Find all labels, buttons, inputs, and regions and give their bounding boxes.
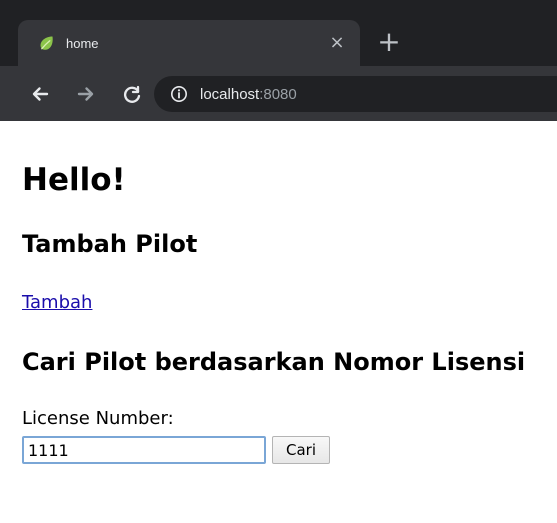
close-icon[interactable]: × [328, 34, 346, 52]
back-button[interactable] [26, 80, 54, 108]
active-tab[interactable]: home × [18, 20, 360, 66]
license-search-form: Cari [22, 436, 330, 464]
leaf-icon [36, 33, 56, 53]
arrow-right-icon [75, 83, 97, 105]
tab-title: home [66, 35, 99, 51]
url-port: :8080 [259, 85, 297, 103]
page-content: Hello! Tambah Pilot Tambah Cari Pilot be… [8, 122, 557, 523]
search-button[interactable]: Cari [272, 436, 330, 464]
browser-chrome: home × + localhost:8080 [0, 0, 557, 121]
arrow-left-icon [29, 83, 51, 105]
search-pilot-heading: Cari Pilot berdasarkan Nomor Lisensi [22, 348, 526, 376]
forward-button[interactable] [72, 80, 100, 108]
reload-icon [121, 83, 143, 105]
address-bar[interactable]: localhost:8080 [154, 76, 557, 112]
address-text: localhost:8080 [200, 86, 297, 103]
tab-strip: home × + [0, 0, 557, 66]
info-icon[interactable] [170, 85, 188, 103]
url-host: localhost [200, 85, 260, 103]
add-pilot-heading: Tambah Pilot [22, 230, 198, 258]
add-pilot-link[interactable]: Tambah [22, 292, 92, 313]
browser-toolbar: localhost:8080 [0, 66, 557, 121]
browser-window: home × + localhost:8080 Hello! Tambah Pi… [0, 0, 557, 523]
new-tab-button[interactable]: + [377, 28, 401, 56]
license-number-input[interactable] [22, 436, 266, 464]
license-number-label: License Number: [22, 408, 174, 429]
reload-button[interactable] [118, 80, 146, 108]
page-title: Hello! [22, 162, 126, 198]
